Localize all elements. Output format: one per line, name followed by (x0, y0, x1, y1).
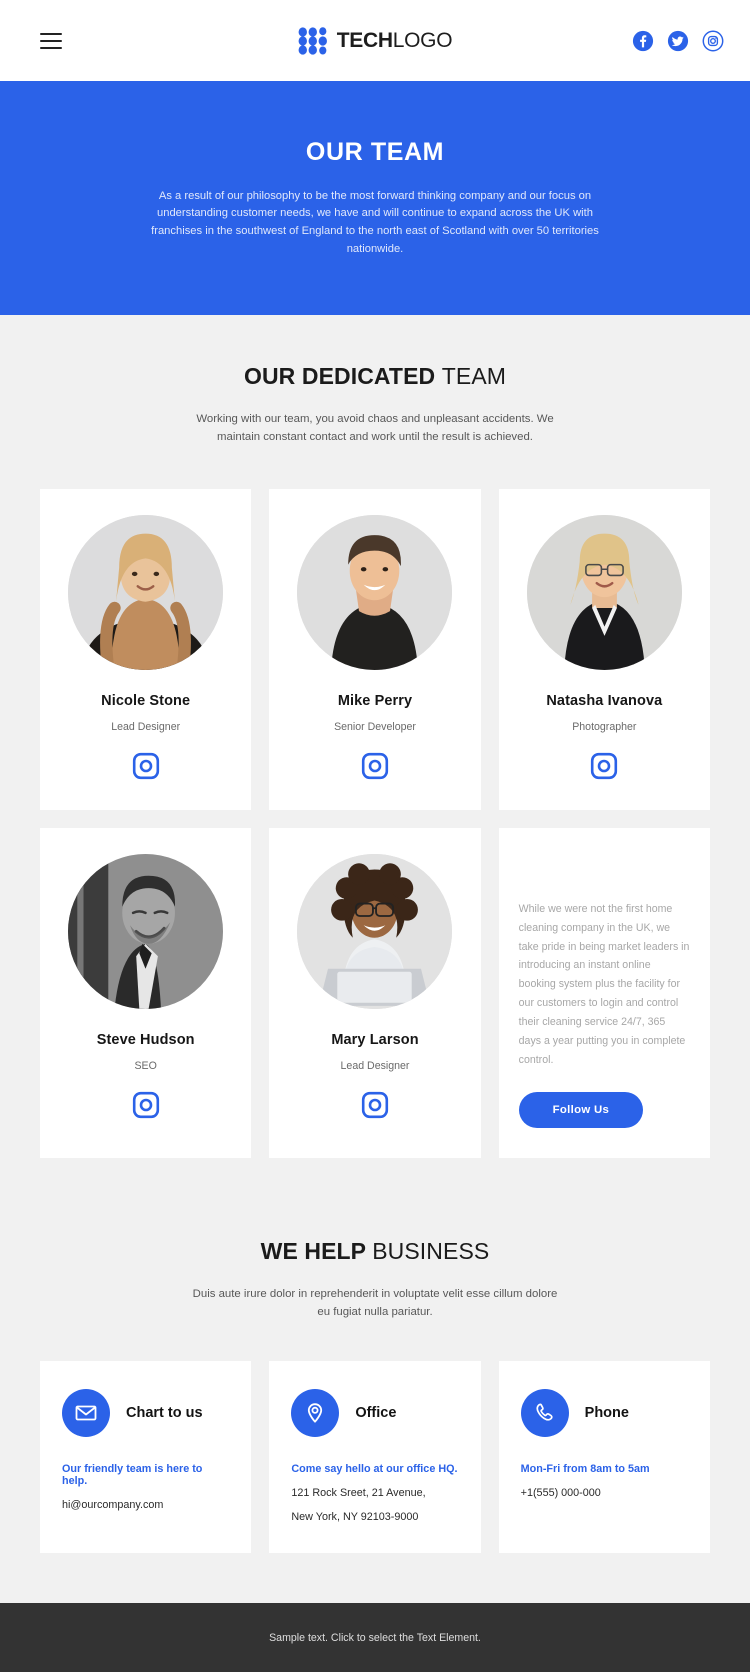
contact-card-detail: New York, NY 92103-9000 (291, 1511, 419, 1524)
member-name: Mike Perry (337, 692, 413, 709)
avatar-photo-mary-larson (297, 853, 453, 1009)
contact-card-link[interactable]: Our friendly team is here to help. (62, 1463, 229, 1487)
logo-text: TECHLOGO (336, 28, 453, 53)
member-role: Lead Designer (111, 720, 181, 733)
hero-banner: OUR TEAM As a result of our philosophy t… (0, 81, 750, 315)
contact-grid: Chart to us Our friendly team is here to… (40, 1361, 710, 1603)
team-member-card[interactable]: Mike Perry Senior Developer (269, 488, 481, 810)
footer-text[interactable]: Sample text. Click to select the Text El… (269, 1632, 481, 1644)
hamburger-menu-icon[interactable] (40, 32, 62, 49)
social-links (632, 30, 724, 52)
team-member-card[interactable]: Natasha Ivanova Photographer (498, 488, 710, 810)
contact-card-title: Chart to us (126, 1405, 203, 1422)
site-footer: Sample text. Click to select the Text El… (0, 1603, 750, 1672)
team-member-card[interactable]: Nicole Stone Lead Designer (40, 488, 252, 810)
team-grid: Nicole Stone Lead Designer Mike Perry Se… (40, 488, 710, 1158)
site-header: TECHLOGO (0, 0, 750, 81)
burger-line (40, 39, 62, 42)
logo-text-bold: TECH (336, 28, 393, 52)
avatar (297, 514, 453, 670)
contact-card-link[interactable]: Come say hello at our office HQ. (291, 1463, 458, 1475)
instagram-icon[interactable] (132, 1091, 160, 1119)
contact-card-office: Office Come say hello at our office HQ. … (269, 1361, 481, 1554)
page-root: TECHLOGO OUR TEAM As a result of our phi… (0, 0, 750, 1672)
contact-card-detail: 121 Rock Sreet, 21 Avenue, (291, 1487, 426, 1500)
member-name: Steve Hudson (96, 1031, 195, 1048)
avatar-photo-nicole-stone (68, 514, 224, 670)
team-section-header: OUR DEDICATED TEAM Working with our team… (40, 363, 710, 447)
contact-card-header: Phone (520, 1389, 688, 1438)
burger-line (40, 32, 62, 35)
member-role: SEO (134, 1059, 157, 1072)
instagram-icon[interactable] (132, 752, 160, 780)
avatar-photo-mike-perry (297, 514, 453, 670)
avatar-photo-natasha-ivanova (526, 514, 682, 670)
contact-card-phone: Phone Mon-Fri from 8am to 5am +1(555) 00… (498, 1361, 710, 1554)
team-title-light: TEAM (441, 363, 507, 389)
contact-card-title: Phone (584, 1405, 629, 1422)
site-logo[interactable]: TECHLOGO (298, 26, 453, 55)
member-role: Lead Designer (340, 1059, 410, 1072)
instagram-icon[interactable] (702, 30, 724, 52)
dot-grid-logo-icon (298, 26, 327, 55)
avatar (526, 514, 682, 670)
hero-description: As a result of our philosophy to be the … (151, 189, 599, 255)
facebook-icon[interactable] (632, 30, 654, 52)
help-title-light: BUSINESS (372, 1237, 490, 1264)
help-section-header: WE HELP BUSINESS Duis aute irure dolor i… (40, 1238, 710, 1322)
instagram-icon[interactable] (361, 752, 389, 780)
team-text-card: While we were not the first home cleanin… (498, 827, 710, 1158)
hero-title: OUR TEAM (305, 137, 445, 166)
contact-card-header: Chart to us (62, 1389, 229, 1438)
map-pin-icon (291, 1389, 340, 1438)
member-name: Mary Larson (331, 1031, 419, 1048)
team-member-card[interactable]: Mary Larson Lead Designer (269, 827, 481, 1158)
avatar-photo-steve-hudson (68, 853, 224, 1009)
member-name: Natasha Ivanova (546, 692, 663, 709)
follow-us-button[interactable]: Follow Us (518, 1091, 644, 1128)
team-title-bold: OUR DEDICATED (243, 363, 436, 389)
help-section-title: WE HELP BUSINESS (40, 1238, 710, 1265)
member-role: Photographer (572, 720, 637, 733)
team-section-title: OUR DEDICATED TEAM (40, 363, 710, 390)
twitter-icon[interactable] (667, 30, 689, 52)
contact-card-detail: +1(555) 000-000 (520, 1487, 601, 1500)
help-title-bold: WE HELP (260, 1237, 366, 1264)
avatar (68, 514, 224, 670)
phone-icon (520, 1389, 569, 1438)
envelope-icon (62, 1389, 110, 1438)
team-member-card[interactable]: Steve Hudson SEO (40, 827, 252, 1158)
contact-card-header: Office (291, 1389, 458, 1438)
contact-card-detail: hi@ourcompany.com (62, 1499, 164, 1512)
member-name: Nicole Stone (101, 692, 191, 709)
team-section-subtitle: Working with our team, you avoid chaos a… (196, 413, 554, 444)
instagram-icon[interactable] (361, 1091, 389, 1119)
avatar (68, 853, 224, 1009)
instagram-icon[interactable] (590, 752, 618, 780)
logo-text-light: LOGO (392, 28, 453, 52)
member-role: Senior Developer (334, 720, 416, 733)
contact-card-title: Office (355, 1405, 397, 1422)
contact-card-link[interactable]: Mon-Fri from 8am to 5am (521, 1463, 688, 1475)
contact-card-chat: Chart to us Our friendly team is here to… (40, 1361, 252, 1554)
avatar (297, 853, 453, 1009)
text-card-body: While we were not the first home cleanin… (518, 902, 690, 1066)
burger-line (40, 46, 62, 49)
content-section: OUR DEDICATED TEAM Working with our team… (0, 315, 750, 1604)
help-section-subtitle: Duis aute irure dolor in reprehenderit i… (192, 1287, 558, 1318)
